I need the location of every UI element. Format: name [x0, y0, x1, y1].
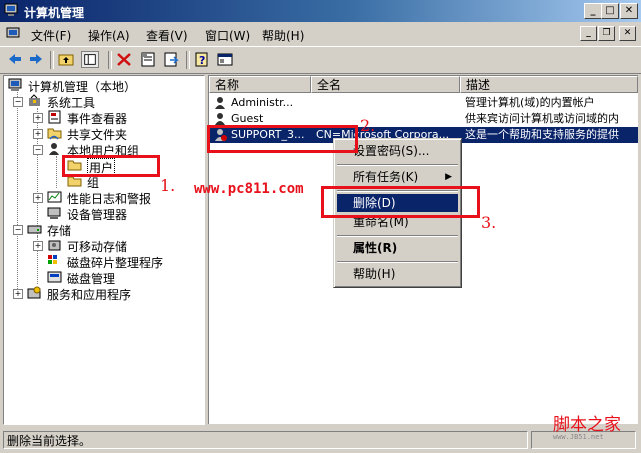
annotation-box-delete: [321, 186, 480, 218]
user-row-administrator[interactable]: Administr... 管理计算机(域)的内置帐户: [209, 95, 638, 111]
mdi-close-button[interactable]: ✕: [619, 26, 636, 41]
menu-file[interactable]: 文件(F): [31, 27, 71, 44]
tree-label: 计算机管理（本地）: [28, 80, 137, 94]
expand-toggle[interactable]: +: [33, 113, 43, 123]
annotation-step-3: 3.: [481, 213, 497, 232]
tree-label: 磁盘碎片整理程序: [67, 256, 164, 270]
column-header-description[interactable]: 描述: [460, 76, 638, 93]
console-icon[interactable]: [6, 27, 21, 41]
column-header-fullname[interactable]: 全名: [311, 76, 460, 93]
menu-all-tasks[interactable]: 所有任务(K) ▶: [337, 168, 458, 186]
annotation-box-users: [62, 155, 160, 177]
annotation-box-support-row: [207, 125, 358, 153]
toolbar-separator: [108, 51, 112, 69]
disk-management-icon: [47, 271, 62, 283]
maximize-button[interactable]: □: [601, 3, 619, 19]
console-tree[interactable]: 计算机管理（本地） − 系统工具 + 事件查看器 + 共享文件夹 − 本地用户和…: [3, 75, 205, 425]
watermark-text: www.pc811.com: [194, 181, 304, 197]
column-header-name[interactable]: 名称: [209, 76, 311, 93]
menu-separator: [337, 261, 458, 263]
collapse-toggle[interactable]: −: [13, 225, 23, 235]
tree-label: 设备管理器: [67, 208, 128, 222]
annotation-step-1: 1.: [160, 176, 176, 195]
help-icon[interactable]: ?: [193, 51, 211, 68]
menu-separator: [337, 164, 458, 166]
user-description: 供来宾访问计算机或访问域的内: [465, 112, 619, 125]
user-description: 这是一个帮助和支持服务的提供: [465, 128, 619, 141]
user-name: Administr...: [231, 96, 294, 109]
menu-bar: 文件(F) 操作(A) 查看(V) 窗口(W) 帮助(H) _ ❐ ✕: [0, 22, 641, 46]
brand-url-text: www.JB51.net: [553, 433, 604, 441]
window-title: 计算机管理: [24, 6, 85, 20]
tree-connector: [17, 92, 18, 299]
expand-toggle[interactable]: +: [33, 129, 43, 139]
expand-toggle[interactable]: +: [33, 241, 43, 251]
title-bar: 计算机管理 _ □ ✕: [0, 0, 641, 22]
computer-management-icon: [4, 3, 18, 16]
status-text: 删除当前选择。: [3, 431, 528, 449]
tree-label: 服务和应用程序: [47, 288, 132, 302]
tree-connector: [56, 156, 57, 188]
show-tree-icon[interactable]: [81, 51, 99, 68]
tools-icon: [29, 94, 40, 106]
properties-icon[interactable]: [139, 51, 157, 68]
delete-x-icon[interactable]: [115, 51, 133, 68]
status-bar: 删除当前选择。: [0, 428, 641, 453]
minimize-button[interactable]: _: [584, 3, 602, 19]
computer-icon: [8, 78, 22, 91]
tree-label: 存储: [47, 224, 72, 238]
annotation-step-2: 2.: [360, 116, 376, 135]
user-icon: [215, 113, 225, 125]
services-apps-icon: [27, 286, 41, 299]
tree-label: 可移动存储: [67, 240, 128, 254]
back-arrow-icon[interactable]: [6, 51, 24, 68]
menu-properties[interactable]: 属性(R): [337, 239, 458, 257]
export-list-icon[interactable]: [162, 51, 180, 68]
tree-label: 性能日志和警报: [67, 192, 152, 206]
tree-label: 系统工具: [47, 96, 96, 110]
up-folder-icon[interactable]: [57, 51, 75, 68]
expand-toggle[interactable]: +: [33, 193, 43, 203]
tree-label: 共享文件夹: [67, 128, 128, 142]
user-icon: [215, 97, 225, 109]
toolbar-separator: [50, 51, 54, 69]
users-groups-icon: [49, 143, 59, 155]
forward-arrow-icon[interactable]: [27, 51, 45, 68]
user-description: 管理计算机(域)的内置帐户: [465, 96, 595, 109]
close-button[interactable]: ✕: [620, 3, 638, 19]
brand-logo-text: 脚本之家: [553, 415, 621, 435]
performance-logs-icon: [47, 191, 62, 203]
toolbar-separator: [186, 51, 190, 69]
menu-separator: [337, 235, 458, 237]
tree-label: 磁盘管理: [67, 272, 116, 286]
svg-text:?: ?: [199, 54, 205, 67]
collapse-toggle[interactable]: −: [33, 145, 43, 155]
menu-help[interactable]: 帮助(H): [262, 27, 304, 44]
menu-all-tasks-label: 所有任务(K): [353, 170, 419, 184]
menu-window[interactable]: 窗口(W): [205, 27, 250, 44]
device-manager-icon: [47, 207, 61, 219]
tree-label: 事件查看器: [67, 112, 128, 126]
submenu-arrow-icon: ▶: [445, 172, 452, 182]
menu-view[interactable]: 查看(V): [146, 27, 188, 44]
shared-folder-icon: [47, 128, 62, 140]
storage-icon: [27, 225, 42, 234]
mmc-icon[interactable]: [216, 51, 234, 68]
removable-storage-icon: [48, 240, 61, 251]
menu-action[interactable]: 操作(A): [88, 27, 130, 44]
collapse-toggle[interactable]: −: [13, 97, 23, 107]
mdi-minimize-button[interactable]: _: [580, 26, 597, 41]
expand-toggle[interactable]: +: [13, 289, 23, 299]
toolbar: ?: [0, 46, 641, 74]
mdi-restore-button[interactable]: ❐: [598, 26, 615, 41]
defrag-icon: [48, 255, 57, 264]
event-viewer-icon: [48, 110, 61, 124]
menu-help[interactable]: 帮助(H): [337, 265, 458, 283]
